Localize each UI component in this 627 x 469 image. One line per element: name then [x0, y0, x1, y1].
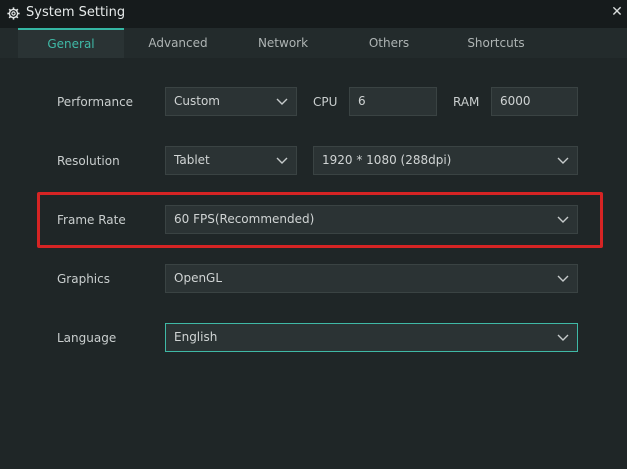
resolution-size-value: 1920 * 1080 (288dpi): [322, 153, 452, 167]
chevron-down-icon: [557, 334, 569, 341]
language-label: Language: [57, 331, 117, 345]
chevron-down-icon: [557, 157, 569, 164]
performance-label: Performance: [57, 95, 134, 109]
resolution-device-value: Tablet: [174, 153, 210, 167]
ram-input-value: 6000: [500, 94, 531, 108]
window-title: System Setting: [26, 5, 126, 20]
graphics-value: OpenGL: [174, 271, 223, 285]
gear-icon: [7, 7, 20, 20]
cpu-input-value: 6: [358, 94, 366, 108]
chevron-down-icon: [557, 275, 569, 282]
performance-select[interactable]: Custom: [165, 87, 297, 116]
tab-others[interactable]: Others: [337, 28, 441, 58]
close-button[interactable]: ✕: [611, 5, 623, 19]
language-select[interactable]: English: [165, 323, 578, 352]
ram-label: RAM: [453, 95, 480, 109]
title-bar: System Setting ✕: [0, 0, 627, 28]
ram-input[interactable]: 6000: [491, 87, 578, 116]
graphics-select[interactable]: OpenGL: [165, 264, 578, 293]
tab-general[interactable]: General: [18, 28, 124, 58]
resolution-device-select[interactable]: Tablet: [165, 146, 297, 175]
resolution-label: Resolution: [57, 154, 120, 168]
system-setting-window: System Setting ✕ General Advanced Networ…: [0, 0, 627, 469]
resolution-size-select[interactable]: 1920 * 1080 (288dpi): [313, 146, 578, 175]
tab-bar: General Advanced Network Others Shortcut…: [0, 28, 627, 58]
tab-network[interactable]: Network: [231, 28, 335, 58]
frame-rate-highlight: [37, 192, 603, 248]
tab-shortcuts[interactable]: Shortcuts: [443, 28, 549, 58]
chevron-down-icon: [276, 157, 288, 164]
cpu-label: CPU: [313, 95, 338, 109]
performance-select-value: Custom: [174, 94, 220, 108]
chevron-down-icon: [276, 98, 288, 105]
graphics-label: Graphics: [57, 272, 110, 286]
language-value: English: [174, 330, 218, 344]
cpu-input[interactable]: 6: [349, 87, 437, 116]
tab-advanced[interactable]: Advanced: [126, 28, 230, 58]
